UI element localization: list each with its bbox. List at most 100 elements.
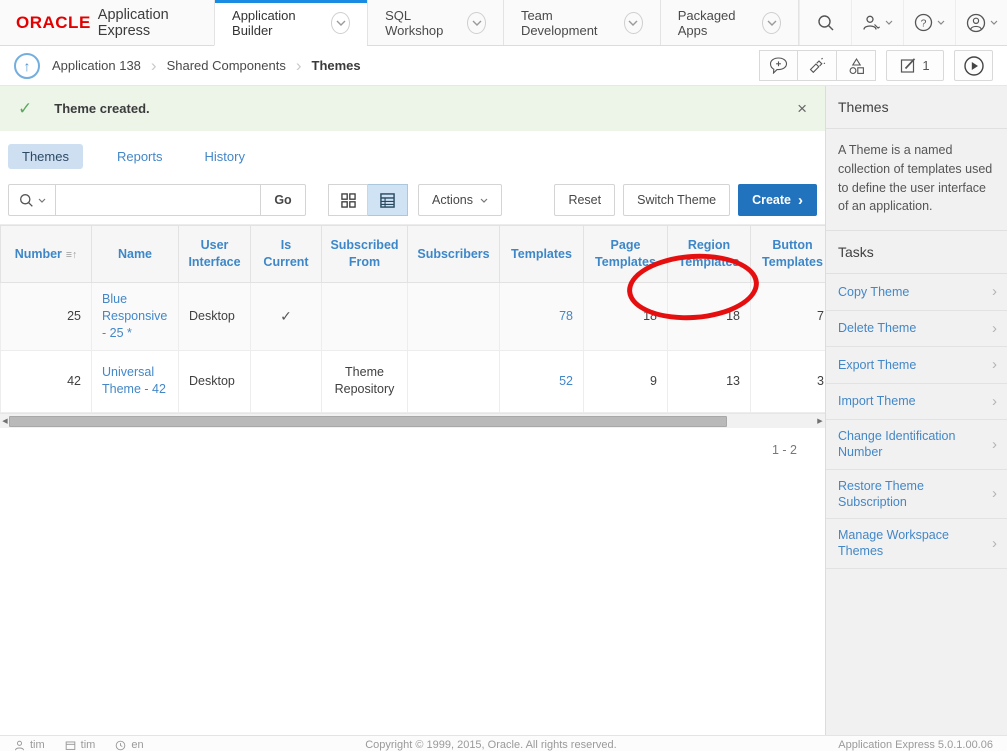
chevron-right-icon: ›: [992, 392, 997, 412]
chevron-down-icon: [990, 20, 998, 25]
app-logo: ORACLE Application Express: [0, 0, 214, 45]
spotlight-button[interactable]: [798, 50, 837, 81]
product-name: Application Express: [98, 7, 194, 39]
report-view-toggle[interactable]: [368, 184, 408, 216]
switch-theme-button[interactable]: Switch Theme: [623, 184, 730, 216]
tab-reports[interactable]: Reports: [109, 144, 171, 169]
close-icon[interactable]: ×: [797, 100, 807, 117]
shared-components-button[interactable]: [837, 50, 876, 81]
reset-button[interactable]: Reset: [554, 184, 615, 216]
nav-tab-application-builder[interactable]: Application Builder: [214, 0, 367, 46]
pagination-label: 1 - 2: [0, 428, 825, 472]
view-toggle-group: [328, 184, 408, 216]
task-label: Restore Theme Subscription: [838, 478, 984, 511]
theme-name-link[interactable]: Blue Responsive - 25 *: [102, 292, 167, 340]
page-action-buttons: 1: [759, 50, 993, 81]
cell-subscribed-from: Theme Repository: [322, 350, 408, 412]
task-manage-workspace-themes[interactable]: Manage Workspace Themes ›: [826, 519, 1007, 569]
breadcrumb-separator-icon: ›: [151, 56, 157, 76]
app-footer: tim tim en Copyright © 1999, 2015, Oracl…: [0, 735, 1007, 751]
footer-workspace: tim: [65, 739, 96, 751]
templates-count-link[interactable]: 52: [559, 374, 573, 388]
footer-language-code: en: [131, 739, 143, 751]
cell-region-templates: 18: [668, 283, 751, 351]
top-icon-group: ?: [798, 0, 1007, 45]
shapes-icon: [847, 57, 866, 75]
go-button[interactable]: Go: [261, 184, 306, 216]
scroll-right-icon[interactable]: ▶: [815, 414, 825, 429]
clock-icon: [115, 740, 126, 751]
task-label: Copy Theme: [838, 284, 909, 300]
task-label: Export Theme: [838, 357, 916, 373]
column-header-subscribed-from[interactable]: Subscribed From: [322, 226, 408, 283]
task-copy-theme[interactable]: Copy Theme ›: [826, 274, 1007, 311]
templates-count-link[interactable]: 78: [559, 309, 573, 323]
themes-table: Number≡↑ Name User Interface Is Current …: [0, 225, 825, 413]
success-banner: ✓ Theme created. ×: [0, 86, 825, 131]
create-label: Create: [752, 193, 791, 207]
footer-version: Application Express 5.0.1.00.06: [838, 739, 993, 751]
administration-menu-button[interactable]: [851, 0, 903, 45]
breadcrumb-themes: Themes: [312, 58, 361, 73]
right-sidebar: Themes A Theme is a named collection of …: [825, 86, 1007, 735]
chevron-down-icon: [885, 20, 893, 25]
cell-subscribed-from: [322, 283, 408, 351]
global-search-button[interactable]: [799, 0, 851, 45]
column-header-name[interactable]: Name: [92, 226, 179, 283]
column-header-subscribers[interactable]: Subscribers: [408, 226, 500, 283]
search-icon: [19, 193, 34, 208]
nav-tab-packaged-apps[interactable]: Packaged Apps: [660, 0, 798, 45]
column-header-is-current[interactable]: Is Current: [251, 226, 322, 283]
task-restore-theme-subscription[interactable]: Restore Theme Subscription ›: [826, 470, 1007, 520]
admin-wrench-icon: [862, 14, 881, 32]
feedback-button[interactable]: [759, 50, 798, 81]
chevron-down-icon: [480, 198, 488, 203]
success-message: Theme created.: [54, 101, 149, 116]
task-label: Manage Workspace Themes: [838, 527, 984, 560]
task-import-theme[interactable]: Import Theme ›: [826, 384, 1007, 421]
breadcrumb-bar: ↑ Application 138 › Shared Components › …: [0, 46, 1007, 86]
cell-is-current: [251, 350, 322, 412]
scrollbar-thumb[interactable]: [9, 416, 727, 427]
cell-page-templates: 18: [584, 283, 668, 351]
search-icon: [817, 14, 835, 32]
column-header-templates[interactable]: Templates: [500, 226, 584, 283]
sort-ascending-icon: ≡↑: [66, 249, 77, 261]
create-button[interactable]: Create ›: [738, 184, 817, 216]
nav-tab-team-development[interactable]: Team Development: [503, 0, 660, 45]
search-column-selector[interactable]: [8, 184, 56, 216]
cell-templates: 52: [500, 350, 584, 412]
nav-tab-label: Team Development: [521, 8, 615, 38]
horizontal-scrollbar[interactable]: ◀ ▶: [0, 413, 825, 428]
column-header-region-templates[interactable]: Region Templates: [668, 226, 751, 283]
edit-page-button[interactable]: 1: [886, 50, 944, 81]
theme-name-link[interactable]: Universal Theme - 42: [102, 365, 166, 396]
table-row: 25 Blue Responsive - 25 * Desktop ✓ 78 1…: [1, 283, 826, 351]
breadcrumb-shared-components[interactable]: Shared Components: [167, 58, 286, 73]
grid-view-icon: [341, 193, 356, 208]
task-delete-theme[interactable]: Delete Theme ›: [826, 311, 1007, 348]
tab-history[interactable]: History: [197, 144, 253, 169]
up-level-icon[interactable]: ↑: [14, 53, 40, 79]
cell-button-templates: 7: [751, 283, 826, 351]
task-export-theme[interactable]: Export Theme ›: [826, 347, 1007, 384]
task-label: Import Theme: [838, 393, 916, 409]
column-header-number[interactable]: Number≡↑: [1, 226, 92, 283]
column-header-button-templates[interactable]: Button Templates: [751, 226, 826, 283]
task-change-identification-number[interactable]: Change Identification Number ›: [826, 420, 1007, 470]
help-menu-button[interactable]: ?: [903, 0, 955, 45]
run-application-button[interactable]: [954, 50, 993, 81]
user-menu-button[interactable]: [955, 0, 1007, 45]
icon-view-toggle[interactable]: [328, 184, 368, 216]
chevron-right-icon: ›: [992, 484, 997, 504]
tab-themes[interactable]: Themes: [8, 144, 83, 169]
footer-language: en: [115, 739, 143, 751]
breadcrumb-application[interactable]: Application 138: [52, 58, 141, 73]
cell-user-interface: Desktop: [179, 283, 251, 351]
nav-tab-sql-workshop[interactable]: SQL Workshop: [367, 0, 503, 45]
user-icon: [966, 13, 986, 33]
search-input[interactable]: [56, 184, 261, 216]
column-header-page-templates[interactable]: Page Templates: [584, 226, 668, 283]
actions-menu-button[interactable]: Actions: [418, 184, 502, 216]
column-header-user-interface[interactable]: User Interface: [179, 226, 251, 283]
